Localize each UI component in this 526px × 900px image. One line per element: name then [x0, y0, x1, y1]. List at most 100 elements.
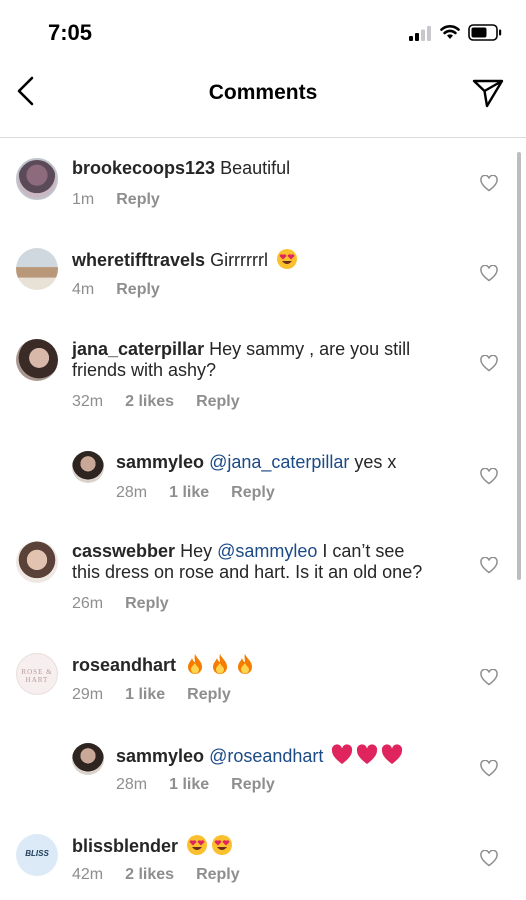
avatar-logo-text: BLISS — [25, 849, 49, 858]
mention-link[interactable]: @sammyleo — [217, 541, 317, 561]
wifi-icon — [440, 25, 460, 39]
avatar[interactable] — [72, 743, 104, 775]
comment-item: casswebber Hey @sammyleo I can’t see thi… — [0, 535, 526, 625]
reply-button[interactable]: Reply — [196, 866, 240, 883]
reply-button[interactable]: Reply — [187, 686, 231, 703]
comment-text: roseandhart — [72, 653, 256, 676]
comment-reply-item: sammyleo @jana_caterpillar yes x 28m 1 li… — [0, 446, 526, 516]
reply-button[interactable]: Reply — [196, 393, 240, 410]
comment-meta: 4m Reply — [72, 281, 182, 299]
avatar[interactable]: ROSE & HART — [16, 653, 58, 695]
comment-meta: 42m 2 likes Reply — [72, 866, 262, 884]
like-heart-icon[interactable] — [480, 355, 498, 372]
comment-text: sammyleo @jana_caterpillar yes x — [116, 452, 396, 473]
like-heart-icon[interactable] — [480, 850, 498, 867]
status-bar: 7:05 — [0, 0, 526, 62]
comment-username[interactable]: brookecoops123 — [72, 158, 215, 178]
mention-link[interactable]: @roseandhart — [204, 746, 323, 766]
heart-eyes-emoji-icon — [212, 835, 233, 855]
comment-message: Hey — [175, 541, 218, 561]
fire-emoji-icon — [213, 654, 228, 674]
status-time: 7:05 — [48, 20, 93, 45]
reply-button[interactable]: Reply — [116, 281, 160, 298]
comment-username[interactable]: sammyleo — [116, 452, 204, 472]
avatar[interactable] — [16, 158, 58, 200]
comment-text: blissblender — [72, 834, 233, 857]
avatar[interactable] — [16, 339, 58, 381]
comment-time: 42m — [72, 866, 104, 883]
avatar-logo-text: ROSE & HART — [21, 668, 53, 684]
avatar[interactable] — [72, 451, 104, 483]
like-heart-icon[interactable] — [480, 669, 498, 686]
heart-eyes-emoji-icon — [277, 249, 298, 269]
battery-icon — [468, 24, 502, 41]
fire-emoji-icon — [188, 654, 203, 674]
comment-message-line-2: this dress on rose and hart. Is it an ol… — [72, 562, 423, 582]
avatar[interactable] — [16, 248, 58, 290]
header-divider — [0, 137, 526, 138]
avatar[interactable]: BLISS — [16, 834, 58, 876]
comment-text: wheretifftravels Girrrrrrl — [72, 248, 298, 271]
mention-link[interactable]: @jana_caterpillar — [204, 452, 349, 472]
fire-emoji-icon — [238, 654, 253, 674]
comment-message-cont: I can’t see — [317, 541, 405, 561]
likes-count[interactable]: 1 like — [169, 776, 209, 793]
like-heart-icon[interactable] — [480, 468, 498, 485]
page-title: Comments — [208, 81, 318, 104]
comment-message: Girrrrrrl — [205, 250, 269, 270]
comment-message: Beautiful — [215, 158, 291, 178]
red-heart-emoji-icon — [382, 744, 403, 764]
likes-count[interactable]: 2 likes — [125, 866, 174, 883]
comment-meta: 26m Reply — [72, 595, 191, 613]
comment-time: 28m — [116, 776, 148, 793]
comment-username[interactable]: sammyleo — [116, 746, 204, 766]
heart-eyes-emoji-icon — [187, 835, 208, 855]
comment-time: 28m — [116, 484, 148, 501]
comment-username[interactable]: casswebber — [72, 541, 175, 561]
comment-text: jana_caterpillar Hey sammy , are you sti… — [72, 339, 472, 381]
cellular-signal-icon — [409, 26, 431, 41]
send-direct-icon[interactable] — [472, 78, 504, 108]
reply-button[interactable]: Reply — [125, 595, 169, 612]
comment-time: 1m — [72, 191, 95, 208]
comment-meta: 1m Reply — [72, 191, 182, 209]
comment-time: 32m — [72, 393, 104, 410]
comment-text: casswebber Hey @sammyleo I can’t see thi… — [72, 541, 482, 583]
comment-username[interactable]: wheretifftravels — [72, 250, 205, 270]
like-heart-icon[interactable] — [480, 760, 498, 777]
reply-button[interactable]: Reply — [116, 191, 160, 208]
comment-item: BLISS blissblender 42m 2 likes Reply — [0, 828, 526, 900]
comment-reply-item: sammyleo @roseandhart 28m 1 like Reply — [0, 738, 526, 808]
comment-username[interactable]: jana_caterpillar — [72, 339, 204, 359]
comment-time: 29m — [72, 686, 104, 703]
comment-item: wheretifftravels Girrrrrrl 4m Reply — [0, 242, 526, 312]
comment-item: jana_caterpillar Hey sammy , are you sti… — [0, 333, 526, 423]
comment-item: brookecoops123 Beautiful 1m Reply — [0, 152, 526, 222]
comment-time: 4m — [72, 281, 95, 298]
red-heart-emoji-icon — [357, 744, 378, 764]
likes-count[interactable]: 1 like — [125, 686, 165, 703]
comment-item: ROSE & HART roseandhart 29m 1 like Reply — [0, 647, 526, 717]
comment-message: yes x — [349, 452, 397, 472]
comment-meta: 28m 1 like Reply — [116, 776, 297, 794]
comment-username[interactable]: roseandhart — [72, 655, 176, 675]
comment-meta: 29m 1 like Reply — [72, 686, 253, 704]
avatar[interactable] — [16, 541, 58, 583]
comment-meta: 28m 1 like Reply — [116, 484, 297, 502]
red-heart-emoji-icon — [332, 744, 353, 764]
like-heart-icon[interactable] — [480, 265, 498, 282]
likes-count[interactable]: 1 like — [169, 484, 209, 501]
comment-message: Hey sammy , are you still — [204, 339, 411, 359]
like-heart-icon[interactable] — [480, 557, 498, 574]
likes-count[interactable]: 2 likes — [125, 393, 174, 410]
comment-text: brookecoops123 Beautiful — [72, 158, 290, 179]
header-bar: Comments — [0, 62, 526, 126]
reply-button[interactable]: Reply — [231, 484, 275, 501]
reply-button[interactable]: Reply — [231, 776, 275, 793]
like-heart-icon[interactable] — [480, 175, 498, 192]
comment-username[interactable]: blissblender — [72, 836, 178, 856]
comment-meta: 32m 2 likes Reply — [72, 393, 262, 411]
comment-text: sammyleo @roseandhart — [116, 744, 403, 767]
comment-time: 26m — [72, 595, 104, 612]
comment-message-line-2: friends with ashy? — [72, 360, 217, 380]
